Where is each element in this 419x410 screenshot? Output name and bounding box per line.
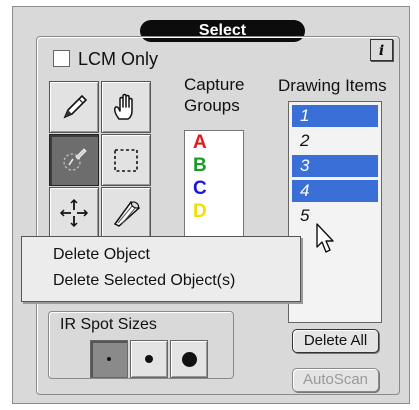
ir-spot-sizes-label: IR Spot Sizes bbox=[60, 316, 157, 333]
ir-spot-medium-button[interactable] bbox=[130, 340, 168, 378]
pointer-tool-button[interactable] bbox=[49, 134, 99, 186]
pointer-target-icon bbox=[63, 148, 87, 171]
capture-group-a[interactable]: A bbox=[185, 131, 243, 154]
hand-icon bbox=[114, 93, 133, 120]
delete-all-button[interactable]: Delete All bbox=[292, 329, 379, 353]
capture-group-c[interactable]: C bbox=[185, 177, 243, 200]
drawing-item[interactable]: 1 bbox=[292, 105, 378, 127]
lcm-only-label: LCM Only bbox=[78, 49, 159, 69]
rectangle-select-tool-button[interactable] bbox=[101, 134, 151, 186]
ir-spot-large-button[interactable] bbox=[170, 340, 208, 378]
lcm-only-checkbox[interactable] bbox=[53, 50, 70, 67]
capture-groups-title: Capture Groups bbox=[184, 75, 245, 115]
pan-tool-button[interactable] bbox=[101, 81, 151, 133]
mouse-cursor-icon bbox=[316, 223, 334, 253]
drawing-items-title: Drawing Items bbox=[278, 76, 387, 95]
spot-tool-button[interactable] bbox=[49, 187, 99, 239]
capture-group-d[interactable]: D bbox=[185, 200, 243, 223]
crosshair-icon bbox=[59, 198, 89, 228]
medium-dot-icon bbox=[145, 355, 153, 363]
pen-tool-button[interactable] bbox=[49, 81, 99, 133]
drawing-item[interactable]: 4 bbox=[292, 180, 378, 202]
info-button[interactable]: i bbox=[370, 39, 393, 61]
pen-icon bbox=[63, 94, 88, 119]
ir-spot-small-button[interactable] bbox=[90, 340, 128, 378]
menu-item-delete-object[interactable]: Delete Object bbox=[22, 243, 300, 267]
laser-cone-icon bbox=[113, 200, 141, 227]
autoscan-button[interactable]: AutoScan bbox=[292, 368, 379, 392]
drawing-items-list[interactable]: 1 2 3 4 5 bbox=[288, 101, 382, 323]
menu-item-delete-selected-objects[interactable]: Delete Selected Object(s) bbox=[22, 269, 300, 293]
dashed-rectangle-icon bbox=[114, 149, 138, 172]
large-dot-icon bbox=[181, 351, 197, 367]
drawing-item[interactable]: 2 bbox=[292, 130, 378, 152]
capture-group-b[interactable]: B bbox=[185, 154, 243, 177]
drawing-item[interactable]: 3 bbox=[292, 155, 378, 177]
laser-tool-button[interactable] bbox=[101, 187, 151, 239]
context-menu: Delete Object Delete Selected Object(s) bbox=[21, 236, 301, 302]
small-dot-icon bbox=[107, 357, 111, 361]
